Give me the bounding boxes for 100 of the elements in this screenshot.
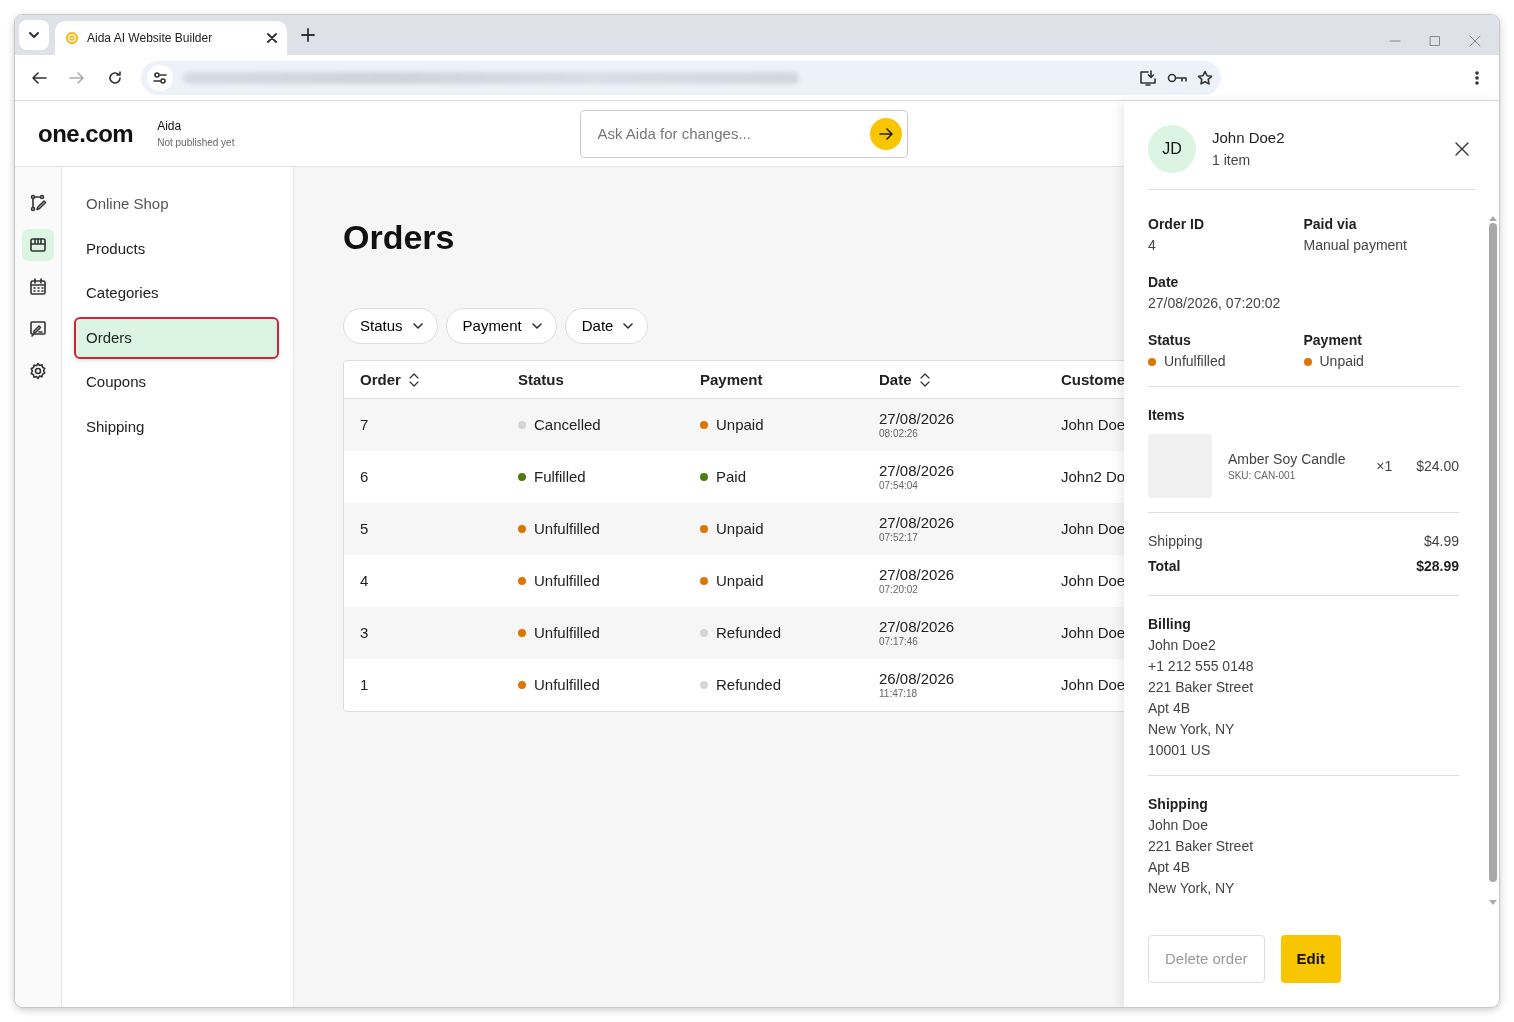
edit-button[interactable]: Edit	[1280, 934, 1341, 983]
column-header[interactable]: Order	[360, 368, 401, 392]
sort-icon[interactable]	[919, 372, 930, 387]
publish-status: Not published yet	[157, 136, 235, 150]
table-cell-text: 6	[360, 467, 370, 488]
sidebar-item[interactable]: Categories	[76, 274, 277, 313]
table-cell-text: 07:20:02	[879, 584, 919, 597]
settings-icon	[29, 362, 47, 380]
app-icon	[65, 31, 79, 45]
column-header: Payment	[700, 369, 763, 390]
total-value: $28.99	[1416, 557, 1459, 576]
field-label: Paid via	[1303, 215, 1358, 234]
menu-icon[interactable]	[1475, 70, 1479, 85]
table-cell-text: 07:52:17	[879, 532, 919, 545]
sidebar-item[interactable]: Shipping	[76, 407, 277, 446]
table-cell-text: Fulfilled	[534, 467, 586, 488]
table-cell-text: Cancelled	[534, 415, 601, 436]
caret-icon	[412, 323, 423, 330]
sidebar-item[interactable]: Products	[76, 229, 277, 268]
calendar-icon	[29, 278, 47, 296]
tab-list-button[interactable]	[19, 20, 49, 50]
store-icon	[29, 236, 47, 254]
sidebar-item[interactable]: Orders	[76, 318, 277, 357]
field-value: Unpaid	[1319, 352, 1364, 371]
field-value: 27/08/2026, 07:20:02	[1148, 294, 1282, 313]
table-cell-text: 3	[360, 623, 370, 644]
table-cell-text: 27/08/2026	[879, 617, 956, 637]
total-label: Shipping	[1148, 532, 1203, 551]
close-icon	[1455, 142, 1469, 156]
table-cell-text: 27/08/2026	[879, 461, 956, 481]
site-name: Aida	[157, 118, 183, 135]
field-label: Status	[1148, 331, 1192, 350]
field-value: Manual payment	[1303, 236, 1408, 255]
table-cell-text: John2 Do	[1061, 467, 1124, 488]
customer-name: John Doe2	[1212, 128, 1285, 149]
sliders-icon	[153, 70, 167, 85]
page-title: Orders	[343, 217, 456, 258]
table-cell-text: John Doe	[1061, 415, 1124, 436]
address-line: 221 Baker Street	[1148, 837, 1255, 856]
close-icon[interactable]	[267, 33, 277, 43]
table-cell-text: 08:02:26	[879, 428, 919, 441]
product-name: Amber Soy Candle	[1228, 450, 1347, 470]
table-cell-text: Refunded	[716, 623, 782, 644]
sidebar-heading: Online Shop	[85, 194, 170, 214]
table-cell-text: Refunded	[716, 675, 782, 696]
section-title: Billing	[1148, 615, 1192, 634]
total-label: Total	[1148, 557, 1181, 576]
table-cell-text: 7	[360, 415, 370, 436]
column-header: Custome	[1061, 369, 1124, 390]
table-cell-text: John Doe	[1061, 675, 1124, 696]
ask-field[interactable]: Ask Aida for changes...	[580, 109, 909, 158]
maximize-icon[interactable]	[1429, 35, 1441, 47]
address-line: Apt 4B	[1148, 858, 1192, 877]
column-header[interactable]: Date	[879, 368, 912, 392]
table-cell-text: 5	[360, 519, 370, 540]
table-cell-text: John Doe	[1061, 519, 1124, 540]
filter-dropdown[interactable]: Payment	[445, 307, 557, 345]
product-sku: SKU: CAN-001	[1228, 470, 1297, 483]
address-line: +1 212 555 0148	[1148, 657, 1255, 676]
avatar: JD	[1148, 125, 1196, 173]
star-icon[interactable]	[1197, 69, 1213, 86]
address-line: John Doe2	[1148, 636, 1217, 655]
reload-icon[interactable]	[107, 69, 123, 86]
arrow-icon	[879, 126, 894, 141]
table-cell-text: Unpaid	[716, 519, 764, 540]
address-line: New York, NY	[1148, 720, 1236, 739]
field-label: Payment	[1303, 331, 1363, 350]
field-label: Date	[1148, 273, 1180, 292]
quantity: ×1	[1376, 456, 1393, 476]
table-cell-text: 07:54:04	[879, 480, 919, 493]
sidebar-item[interactable]: Coupons	[76, 363, 277, 402]
field-label: Order ID	[1148, 215, 1205, 234]
back-icon[interactable]	[31, 69, 47, 86]
table-cell-text: 26/08/2026	[879, 669, 956, 689]
address-line: 221 Baker Street	[1148, 678, 1255, 697]
table-cell-text: John Doe	[1061, 623, 1124, 644]
section-title: Shipping	[1148, 795, 1209, 814]
table-cell-text: 4	[360, 571, 370, 592]
browser-tab[interactable]: Aida AI Website Builder	[55, 21, 287, 55]
install-icon[interactable]	[1139, 69, 1157, 86]
field-value: 4	[1148, 236, 1157, 255]
address-line: New York, NY	[1148, 879, 1236, 898]
table-cell-text: 27/08/2026	[879, 409, 956, 429]
table-cell-text: 07:17:46	[879, 636, 919, 649]
table-cell-text: 27/08/2026	[879, 565, 956, 585]
table-cell-text: Unfulfilled	[534, 519, 600, 540]
field-value: Unfulfilled	[1164, 352, 1226, 371]
site-info-button[interactable]	[147, 64, 173, 91]
caret-icon	[623, 323, 634, 330]
address-line: Apt 4B	[1148, 699, 1192, 718]
item-count: 1 item	[1212, 150, 1252, 170]
store-button[interactable]	[22, 229, 54, 261]
table-cell-text: 1	[360, 675, 370, 696]
chevron-icon	[28, 31, 40, 39]
filter-dropdown[interactable]: Status	[343, 307, 438, 345]
table-cell-text: Paid	[716, 467, 747, 488]
edit-screen-icon	[29, 320, 47, 338]
key-icon[interactable]	[1167, 71, 1187, 84]
sort-icon[interactable]	[408, 372, 419, 387]
filter-dropdown[interactable]: Date	[564, 307, 649, 345]
